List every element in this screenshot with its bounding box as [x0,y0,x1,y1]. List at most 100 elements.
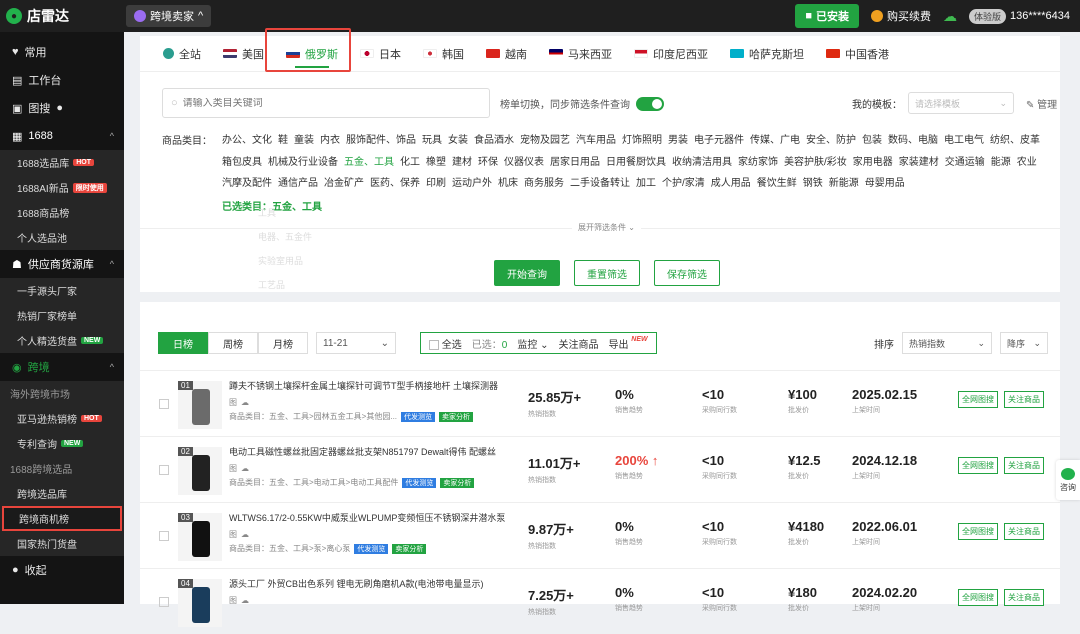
category-item[interactable]: 仪器仪表 [504,152,544,174]
tab-country[interactable]: 马来西亚 [538,36,623,72]
sidebar-item-cross[interactable]: ◉ 跨境 ^ [0,353,124,381]
image-search-button[interactable]: 全网图搜 [958,523,998,540]
row-checkbox[interactable] [159,597,169,607]
reset-button[interactable]: 重置筛选 [574,260,640,286]
sidebar-item-common[interactable]: ♥ 常用 [0,38,124,66]
sidebar-subitem[interactable]: 1688AI新品 限时使用 [0,175,124,200]
tab-country[interactable]: 俄罗斯 [275,36,349,72]
save-filter-button[interactable]: 保存筛选 [654,260,720,286]
sidebar-subitem[interactable]: 亚马逊热销榜 HOT [0,406,124,431]
consult-float[interactable]: 咨询 [1056,460,1080,500]
sidebar-subitem[interactable]: 一手源头厂家 [0,278,124,303]
cloud-icon[interactable]: ☁ [943,8,957,25]
category-item[interactable]: 家用电器 [853,152,893,174]
select-all-checkbox[interactable] [429,339,439,350]
product-title[interactable]: 源头工厂 外贸CB出色系列 锂电无刷角磨机A款(电池带电量显示) [229,577,519,590]
category-item[interactable]: 加工 [636,173,656,195]
tag-seller[interactable]: 卖家分析 [440,477,475,488]
category-item[interactable]: 商务服务 [524,173,564,195]
tag-seller[interactable]: 卖家分析 [392,543,427,554]
follow-product-button[interactable]: 关注商品 [1004,457,1044,474]
category-item[interactable]: 机械及行业设备 [268,152,338,174]
category-item[interactable]: 二手设备转让 [570,173,630,195]
tab-country[interactable]: 越南 [475,36,538,72]
sidebar-subitem[interactable]: 国家热门货盘 [0,531,124,556]
mode-switch-button[interactable]: 跨境卖家 ^ [126,5,212,27]
row-checkbox[interactable] [159,531,169,541]
product-title[interactable]: WLTWS6.17/2-0.55KW中威泵业WLPUMP变频恒压不锈钢深井潜水泵 [229,511,519,524]
tab-country[interactable]: 日本 [349,36,412,72]
sync-toggle[interactable] [636,96,664,111]
tag-dropship[interactable]: 代发测览 [402,477,437,488]
category-item[interactable]: 办公、文化 [222,130,272,152]
category-item[interactable]: 母婴用品 [865,173,905,195]
category-item[interactable]: 机床 [498,173,518,195]
category-item[interactable]: 美容护肤/彩妆 [784,152,847,174]
product-title[interactable]: 蹲夫不锈钢土壤探杆金属土壤探针可调节T型手柄接地杆 土壤探测器 [229,379,519,392]
category-item[interactable]: 五金、工具 [344,152,394,174]
category-item[interactable]: 汽摩及配件 [222,173,272,195]
tag-dropship[interactable]: 代发测览 [401,411,436,422]
category-item[interactable]: 化工 [400,152,420,174]
select-all[interactable]: 全选 [429,336,462,351]
category-item[interactable]: 宠物及园艺 [520,130,570,152]
tab-weekly[interactable]: 周榜 [208,332,258,354]
app-logo[interactable]: ● 店雷达 [0,0,124,32]
category-item[interactable]: 印刷 [426,173,446,195]
sidebar-subitem[interactable]: 热销厂家榜单 [0,303,124,328]
image-search-button[interactable]: 全网图搜 [958,589,998,606]
category-item[interactable]: 服饰配件、饰品 [346,130,416,152]
category-item[interactable]: 玩具 [422,130,442,152]
category-item[interactable]: 食品酒水 [474,130,514,152]
sidebar-collapse[interactable]: ● 收起 [0,556,124,584]
cloud-icon[interactable]: ☁ [241,398,249,407]
sidebar-subitem[interactable]: 跨境选品库 [0,481,124,506]
buy-renew-button[interactable]: 购买续费 [871,8,931,24]
date-select[interactable]: 11-21 ⌄ [316,332,396,354]
category-item[interactable]: 居家日用品 [550,152,600,174]
follow-button[interactable]: 关注商品 [559,336,599,351]
category-item[interactable]: 内衣 [320,130,340,152]
category-item[interactable]: 收纳清洁用具 [672,152,732,174]
follow-product-button[interactable]: 关注商品 [1004,523,1044,540]
sidebar-subitem[interactable]: 1688选品库 HOT [0,150,124,175]
row-checkbox[interactable] [159,399,169,409]
category-item[interactable]: 个护/家清 [662,173,705,195]
sidebar-subitem[interactable]: 跨境商机榜 [2,506,122,531]
category-item[interactable]: 包装 [862,130,882,152]
query-button[interactable]: 开始查询 [494,260,560,286]
category-item[interactable]: 环保 [478,152,498,174]
category-item[interactable]: 日用餐厨饮具 [606,152,666,174]
sidebar-subitem[interactable]: 个人选品池 [0,225,124,250]
follow-product-button[interactable]: 关注商品 [1004,391,1044,408]
installed-button[interactable]: ■ 已安装 [795,4,860,28]
category-item[interactable]: 成人用品 [711,173,751,195]
monitor-button[interactable]: 监控 ⌄ [517,336,548,351]
category-search[interactable]: ○ [162,88,490,118]
category-item[interactable]: 建材 [452,152,472,174]
tab-country[interactable]: 美国 [212,36,275,72]
category-item[interactable]: 纺织、皮革 [990,130,1040,152]
category-item[interactable]: 电工电气 [944,130,984,152]
sidebar-item-imgsearch[interactable]: ▣ 图搜 ● [0,94,124,122]
category-item[interactable]: 餐饮生鲜 [757,173,797,195]
category-item[interactable]: 安全、防护 [806,130,856,152]
tab-country[interactable]: 全站 [152,36,212,72]
tag-seller[interactable]: 卖家分析 [439,411,474,422]
category-item[interactable]: 运动户外 [452,173,492,195]
category-item[interactable]: 冶金矿产 [324,173,364,195]
category-item[interactable]: 农业 [1017,152,1037,174]
cloud-icon[interactable]: ☁ [241,530,249,539]
order-select[interactable]: 降序 ⌄ [1000,332,1048,354]
category-item[interactable]: 传媒、广电 [750,130,800,152]
sidebar-subitem[interactable]: 个人精选货盘 NEW [0,328,124,353]
category-item[interactable]: 钢铁 [803,173,823,195]
tab-country[interactable]: 哈萨克斯坦 [719,36,815,72]
sort-select[interactable]: 热销指数 ⌄ [902,332,992,354]
sidebar-item-workbench[interactable]: ▤ 工作台 [0,66,124,94]
category-item[interactable]: 灯饰照明 [622,130,662,152]
category-item[interactable]: 男装 [668,130,688,152]
category-item[interactable]: 通信产品 [278,173,318,195]
tab-country[interactable]: 印度尼西亚 [623,36,719,72]
category-item[interactable]: 能源 [991,152,1011,174]
